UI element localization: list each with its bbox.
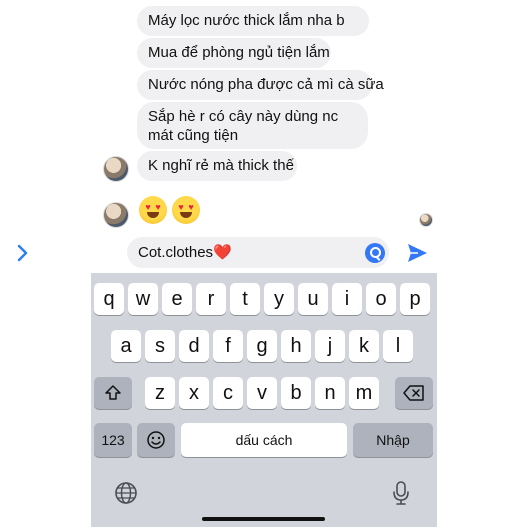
message-bubble[interactable]: Mua để phòng ngủ tiện lắm [137,38,331,68]
microphone-icon[interactable] [391,480,411,506]
key-b[interactable]: b [281,377,311,409]
key-i[interactable]: i [332,283,362,315]
key-x[interactable]: x [179,377,209,409]
globe-icon[interactable] [114,481,138,505]
key-w[interactable]: w [128,283,158,315]
key-g[interactable]: g [247,330,277,362]
delete-icon [403,385,425,407]
key-d[interactable]: d [179,330,209,362]
search-icon[interactable] [365,243,385,263]
message-text: Cot.clothes [138,244,214,261]
emoji-key[interactable] [137,423,175,457]
key-e[interactable]: e [162,283,192,315]
heart-eyes-emoji: ♥ ♥ [172,196,200,224]
heart-eyes-emoji: ♥ ♥ [139,196,167,224]
key-m[interactable]: m [349,377,379,409]
return-key[interactable]: Nhập [353,423,433,457]
key-j[interactable]: j [315,330,345,362]
sender-avatar[interactable] [103,202,129,228]
key-o[interactable]: o [366,283,396,315]
key-q[interactable]: q [94,283,124,315]
numbers-key[interactable]: 123 [94,423,132,457]
key-u[interactable]: u [298,283,328,315]
chevron-right-icon[interactable] [12,243,32,263]
delete-key[interactable] [395,377,433,409]
message-input-text: Cot.clothes❤️ [138,244,232,262]
message-bubble[interactable]: Nước nóng pha được cả mì cà sữa [137,70,384,100]
key-c[interactable]: c [213,377,243,409]
message-bubble[interactable]: K nghĩ rẻ mà thick thế [137,151,297,181]
seen-avatar [419,213,433,227]
key-z[interactable]: z [145,377,175,409]
shift-key[interactable] [94,377,132,409]
emoji-icon [146,431,166,455]
key-a[interactable]: a [111,330,141,362]
home-indicator [202,517,325,521]
key-n[interactable]: n [315,377,345,409]
sender-avatar[interactable] [103,156,129,182]
key-p[interactable]: p [400,283,430,315]
key-l[interactable]: l [383,330,413,362]
key-k[interactable]: k [349,330,379,362]
key-h[interactable]: h [281,330,311,362]
heart-emoji: ❤️ [213,244,232,261]
message-bubble[interactable]: Máy lọc nước thick lắm nha b [137,6,369,36]
message-bubble[interactable]: Sắp hè r có cây này dùng nc mát cũng tiệ… [137,102,368,149]
key-f[interactable]: f [213,330,243,362]
shift-icon [103,385,123,408]
key-s[interactable]: s [145,330,175,362]
key-t[interactable]: t [230,283,260,315]
send-icon[interactable] [405,241,429,265]
space-key[interactable]: dấu cách [181,423,347,457]
key-r[interactable]: r [196,283,226,315]
key-y[interactable]: y [264,283,294,315]
key-v[interactable]: v [247,377,277,409]
